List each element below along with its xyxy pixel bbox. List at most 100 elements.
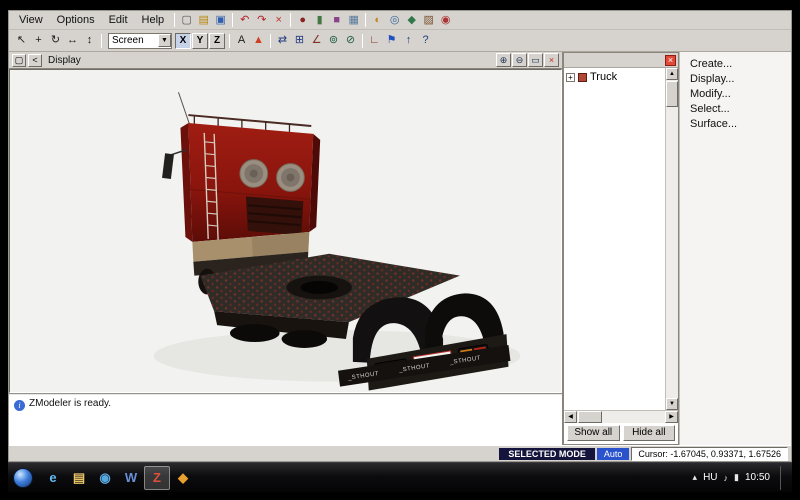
show-all-button[interactable]: Show all [567, 425, 620, 441]
mirror [162, 153, 174, 179]
auto-toggle[interactable]: Auto [597, 448, 630, 460]
open-file-icon[interactable]: ▤ [195, 12, 212, 28]
back-button[interactable]: < [28, 54, 42, 67]
axis-y-button[interactable]: Y [192, 33, 208, 49]
pan-horizontal-icon[interactable]: ↔ [64, 33, 81, 49]
command-surface[interactable]: Surface... [682, 117, 789, 132]
vertical-scrollbar[interactable]: ▲ ▼ [665, 68, 678, 410]
light-icon[interactable]: ◐ [369, 12, 386, 28]
zoom-out-icon[interactable]: ⊖ [512, 53, 527, 67]
viewport-3d[interactable]: VFA-322 _STHOUT _STHOUT _ [9, 69, 562, 393]
language-indicator[interactable]: HU [703, 472, 717, 483]
select-icon[interactable]: ↖ [13, 33, 30, 49]
toolbar-separator [101, 34, 102, 48]
show-desktop-button[interactable] [780, 466, 787, 490]
log-area: iZModeler is ready. [9, 393, 562, 445]
rear-wheel-right [282, 330, 328, 348]
expand-icon[interactable]: + [566, 73, 575, 82]
menu-options[interactable]: Options [50, 12, 102, 28]
scroll-down-icon[interactable]: ▼ [666, 398, 678, 410]
tree-node-truck[interactable]: + Truck [566, 71, 663, 83]
angle-measure-icon[interactable]: ∠ [308, 33, 325, 49]
toolbar-separator [362, 34, 363, 48]
move-icon[interactable]: + [30, 33, 47, 49]
delete-icon[interactable]: × [270, 12, 287, 28]
scroll-up-icon[interactable]: ▲ [666, 68, 678, 80]
rotate-icon[interactable]: ↻ [47, 33, 64, 49]
create-sphere-icon[interactable]: ● [294, 12, 311, 28]
hierarchy-header: × [564, 53, 678, 68]
toolbar-tools-left: ↖+↻↔↕ [13, 33, 105, 49]
toolbar-separator [270, 34, 271, 48]
volume-icon[interactable]: ♪ [724, 473, 729, 483]
media-player-icon[interactable]: ◉ [92, 466, 118, 490]
internet-explorer-icon[interactable]: e [40, 466, 66, 490]
command-create[interactable]: Create... [682, 57, 789, 72]
axis-z-button[interactable]: Z [209, 33, 225, 49]
clock[interactable]: 10:50 [745, 472, 770, 483]
new-file-icon[interactable]: ▢ [178, 12, 195, 28]
chevron-down-icon[interactable]: ▼ [158, 34, 171, 47]
snap-grid-icon[interactable]: ⊞ [291, 33, 308, 49]
zmodeler-icon[interactable]: Z [144, 466, 170, 490]
axis-x-button[interactable]: X [175, 33, 191, 49]
system-tray: ▴ HU ♪ ▮ 10:50 [693, 466, 787, 490]
save-icon[interactable]: ▣ [212, 12, 229, 28]
texture-icon[interactable]: ▨ [420, 12, 437, 28]
create-box-icon[interactable]: ■ [328, 12, 345, 28]
paint-icon[interactable]: ◆ [170, 466, 196, 490]
create-cylinder-icon[interactable]: ▮ [311, 12, 328, 28]
render-icon[interactable]: ◉ [437, 12, 454, 28]
screen-view-select[interactable]: Screen ▼ [108, 33, 172, 49]
font-icon[interactable]: A [233, 33, 250, 49]
taskbar-apps: e▤◉WZ◆ [40, 466, 196, 490]
scroll-right-icon[interactable]: ▶ [665, 411, 678, 423]
scrollbar-track[interactable] [603, 411, 665, 423]
pan-vertical-icon[interactable]: ↕ [81, 33, 98, 49]
mirror-icon[interactable]: ⇄ [274, 33, 291, 49]
axes-local-icon[interactable]: ∟ [366, 33, 383, 49]
menu-edit[interactable]: Edit [102, 12, 135, 28]
viewport-column: ▢ < Display ⊕⊖▭× [9, 52, 563, 445]
scroll-left-icon[interactable]: ◀ [564, 411, 577, 423]
scene-canvas: VFA-322 _STHOUT _STHOUT _ [10, 70, 561, 392]
fifth-wheel-inner [300, 281, 338, 294]
command-select[interactable]: Select... [682, 102, 789, 117]
antenna [178, 92, 189, 124]
zoom-in-icon[interactable]: ⊕ [496, 53, 511, 67]
menu-view[interactable]: View [12, 12, 50, 28]
hidden-icons-chevron[interactable]: ▴ [693, 472, 698, 483]
view-close-icon[interactable]: × [544, 53, 559, 67]
toolbar-separator [232, 13, 233, 27]
material-icon[interactable]: ◆ [403, 12, 420, 28]
color-triangle-icon[interactable]: ▲ [250, 33, 267, 49]
command-modify[interactable]: Modify... [682, 87, 789, 102]
horizontal-scrollbar[interactable]: ◀ ▶ [564, 410, 678, 423]
emblem-right [277, 164, 305, 192]
flag-icon[interactable]: ⚑ [383, 33, 400, 49]
roof-rack [188, 115, 311, 126]
close-icon[interactable]: × [665, 55, 676, 66]
grid-icon[interactable]: ▦ [345, 12, 362, 28]
camera-icon[interactable]: ◎ [386, 12, 403, 28]
scrollbar-thumb-horizontal[interactable] [578, 411, 602, 423]
detach-icon[interactable]: ⊘ [342, 33, 359, 49]
attach-icon[interactable]: ⊚ [325, 33, 342, 49]
zoom-region-icon[interactable]: ▭ [528, 53, 543, 67]
explorer-folder-icon[interactable]: ▤ [66, 466, 92, 490]
undo-icon[interactable]: ↶ [236, 12, 253, 28]
animate-icon[interactable]: ↑ [400, 33, 417, 49]
toolbar-tools-right: A▲ ⇄⊞∠⊚⊘ ∟⚑↑? [226, 33, 434, 49]
redo-icon[interactable]: ↷ [253, 12, 270, 28]
menu-help[interactable]: Help [135, 12, 172, 28]
hide-all-button[interactable]: Hide all [623, 425, 676, 441]
hierarchy-tree: + Truck [564, 68, 665, 410]
network-icon[interactable]: ▮ [734, 472, 739, 483]
help-pick-icon[interactable]: ? [417, 33, 434, 49]
scrollbar-thumb[interactable] [666, 81, 678, 107]
emblem-left [240, 160, 268, 188]
page-icon[interactable]: ▢ [12, 54, 26, 67]
start-button[interactable] [13, 468, 33, 488]
word-icon[interactable]: W [118, 466, 144, 490]
command-display[interactable]: Display... [682, 72, 789, 87]
